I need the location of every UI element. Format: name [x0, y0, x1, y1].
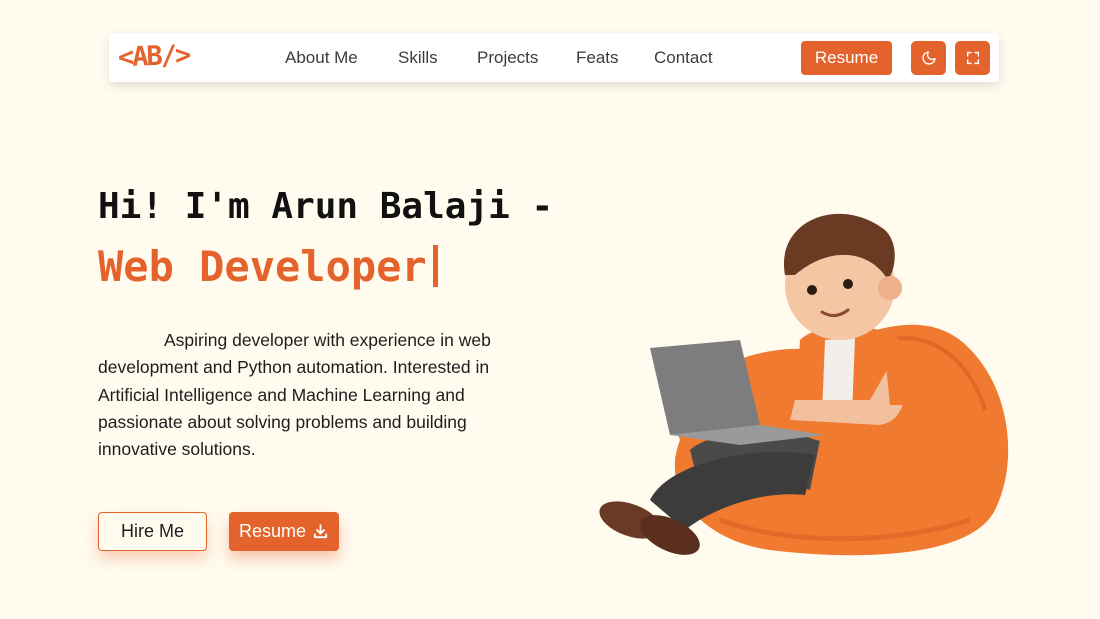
nav-link-contact[interactable]: Contact [654, 47, 713, 69]
nav-link-skills[interactable]: Skills [398, 47, 438, 69]
resume-download-button[interactable]: Resume [229, 512, 339, 551]
hire-me-button[interactable]: Hire Me [98, 512, 207, 551]
nav-link-about-me[interactable]: About Me [285, 47, 358, 69]
hero-role: Web Developer [98, 242, 427, 291]
typing-cursor [432, 245, 438, 287]
nav-link-feats[interactable]: Feats [576, 47, 619, 69]
resume-download-label: Resume [238, 521, 307, 541]
fullscreen-icon [966, 51, 979, 65]
theme-toggle-button[interactable] [911, 41, 946, 75]
fullscreen-button[interactable] [955, 41, 990, 75]
download-icon [313, 524, 328, 539]
hero-greeting: Hi! I'm Arun Balaji - [98, 186, 554, 227]
nav-resume-button[interactable]: Resume [801, 41, 892, 75]
moon-icon [921, 51, 936, 65]
hero-role-line: Web Developer [98, 243, 438, 291]
developer-illustration [599, 213, 1009, 556]
navbar: <AB/> About Me Skills Projects Feats Con… [109, 33, 999, 82]
nav-link-projects[interactable]: Projects [477, 47, 538, 69]
hero-bio: Aspiring developer with experience in we… [98, 330, 491, 460]
